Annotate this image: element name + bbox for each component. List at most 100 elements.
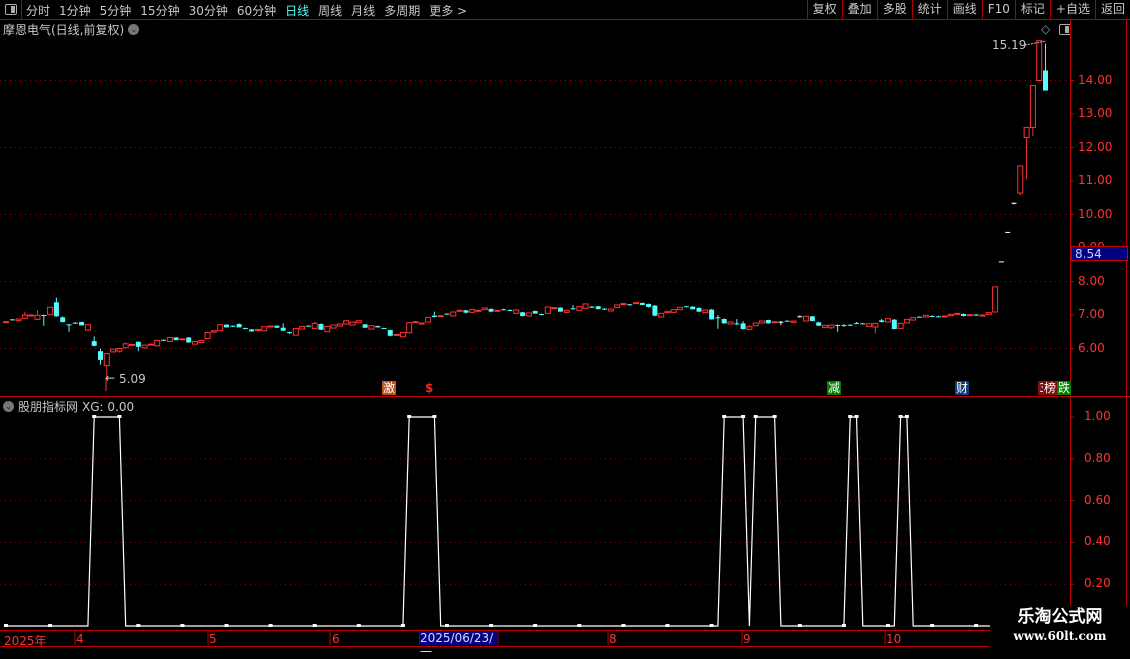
candle-body-up (771, 321, 778, 324)
marker-dollar[interactable]: $ (424, 381, 434, 395)
xg-point (312, 624, 317, 627)
candle-body-up (469, 309, 476, 313)
candle-body-down (797, 316, 803, 318)
candle-body-up (324, 325, 331, 333)
candle-body-up (513, 309, 520, 314)
candle-body-up (28, 314, 35, 317)
candle-body-up (954, 312, 961, 315)
candle-body-down (917, 316, 922, 318)
candle-body-up (393, 333, 400, 336)
indicator-tick-label: 0.60 (1084, 492, 1111, 507)
date-label-apr: 4 (76, 632, 84, 646)
candle-body-up (551, 307, 558, 310)
date-label-jun: 6 (332, 632, 340, 646)
xg-point (665, 624, 670, 627)
chevron-down-icon[interactable]: ⌄ (3, 401, 14, 412)
xg-point (445, 624, 449, 627)
candle-body-down (595, 306, 601, 309)
candle-body-up (166, 336, 173, 342)
candle-body-up (803, 315, 810, 322)
xg-point (356, 624, 361, 627)
candle-body-down (98, 351, 103, 360)
candle-body-down (60, 317, 66, 323)
marker-jian[interactable]: 减 (827, 381, 842, 395)
candle-body-up (210, 330, 217, 333)
candle-body-down (929, 316, 935, 318)
candle-body-down (501, 309, 507, 311)
candle-body-up (1023, 126, 1030, 138)
xg-point (577, 624, 582, 627)
candle-body-down (280, 327, 286, 331)
candle-body-up (941, 315, 948, 318)
candle-body-up (525, 312, 532, 317)
candle-body-down (734, 323, 740, 325)
xg-point (48, 624, 53, 627)
price-tick-label: 10.00 (1078, 206, 1113, 221)
candle-body-down (721, 319, 727, 324)
candle-body-down (287, 332, 292, 334)
date-label-may: 5 (209, 632, 217, 646)
candle-body-up (255, 328, 261, 331)
marker-die[interactable]: 跌 (1057, 381, 1072, 395)
candle-body-down (173, 337, 179, 341)
candle-body-down (709, 309, 715, 320)
high-price-label: 15.19 (992, 38, 1027, 52)
candle-body-down (646, 303, 652, 307)
candle-body-up (179, 338, 186, 341)
candle-body-up (368, 325, 375, 330)
candle-body-down (362, 324, 368, 328)
candle-body-up (154, 339, 161, 347)
candle-body-up (727, 321, 734, 325)
candle-body-up (885, 318, 891, 323)
candle-body-up (790, 320, 797, 323)
watermark-logo: 乐淘公式网 www.60lt.com (990, 606, 1130, 650)
candle-body-down (602, 308, 607, 310)
indicator-name: 股朋指标网 (18, 400, 79, 414)
candle-body-up (147, 343, 154, 346)
xg-point (268, 624, 273, 627)
xg-point (533, 624, 538, 627)
candle-body-up (349, 321, 356, 326)
candle-body-down (879, 320, 885, 323)
xg-point (974, 624, 979, 627)
candle-body-down (375, 326, 381, 328)
marker-cai[interactable]: 财 (955, 381, 970, 395)
candle-body-down (589, 306, 595, 308)
price-tick-label: 8.00 (1078, 273, 1105, 288)
price-tick-label: 14.00 (1078, 72, 1113, 87)
xg-point (117, 415, 122, 418)
xg-point (92, 415, 97, 418)
candle-body-down (224, 324, 229, 328)
candle-body-down (557, 307, 563, 312)
candle-body-down (835, 325, 841, 327)
candle-body-up (677, 306, 684, 311)
candle-body-down (532, 310, 538, 314)
marker-ji[interactable]: 激 (382, 381, 397, 395)
xg-point (722, 415, 727, 418)
date-label-oct: 10 (886, 632, 902, 646)
low-price-label: 5.09 (119, 372, 146, 386)
candle-body-up (450, 311, 457, 317)
date-label-sep: 9 (743, 632, 751, 646)
candle-body-up (966, 314, 973, 317)
candle-body-down (841, 325, 847, 327)
candle-body-down (79, 322, 85, 326)
indicator-tick-label: 0.20 (1084, 576, 1111, 591)
xg-point (904, 415, 909, 418)
candle-body-up (903, 318, 910, 324)
marker-bang[interactable]: 榜 (1043, 381, 1058, 395)
candle-body-up (872, 322, 879, 328)
xg-point (772, 415, 777, 418)
price-tick-label: 6.00 (1078, 340, 1105, 355)
candle-body-up (261, 326, 268, 332)
candle-body-down (444, 313, 450, 315)
candle-body-down (765, 320, 771, 324)
candle-body-down (860, 323, 866, 325)
candle-body-up (437, 315, 444, 318)
candle-body-up (399, 331, 406, 338)
candle-body-down (1043, 70, 1048, 91)
candle-body-up (299, 325, 306, 330)
candle-body-up (822, 324, 828, 328)
date-label-year: 2025年 (4, 634, 47, 648)
candle-body-up (582, 303, 589, 309)
